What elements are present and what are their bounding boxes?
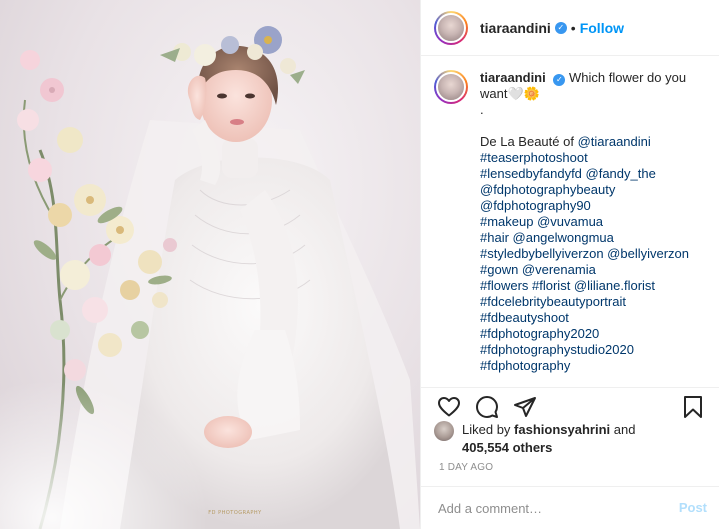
header-separator: • <box>570 19 576 36</box>
post-header: tiaraandini ✓ • Follow <box>421 0 719 56</box>
caption-hashtag[interactable]: #lensedbyfandyfd @fandy_the <box>480 166 710 182</box>
author-avatar[interactable] <box>434 10 468 45</box>
post-photo[interactable]: FD PHOTOGRAPHY <box>0 0 420 529</box>
caption-hashtag[interactable]: #hair @angelwongmua <box>480 230 710 246</box>
caption-avatar[interactable] <box>434 70 468 104</box>
caption-hashtag[interactable]: #teaserphotoshoot <box>480 150 710 166</box>
photo-illustration <box>0 26 420 529</box>
liker-avatar[interactable] <box>434 421 454 441</box>
post-side-panel: tiaraandini ✓ • Follow tiaraandini ✓ Whi… <box>420 0 719 529</box>
caption-hashtag[interactable]: #fdphotographystudio2020 <box>480 342 710 358</box>
caption-line: want🤍🌼 <box>480 86 540 101</box>
verified-badge-icon: ✓ <box>554 21 567 34</box>
caption-mention[interactable]: @fdphotography90 <box>480 198 710 214</box>
author-avatar-image <box>436 12 466 43</box>
caption-verified-icon: ✓ <box>553 74 566 86</box>
likes-joiner: and <box>613 422 636 437</box>
caption: tiaraandini ✓ Which flower do you want🤍🌼… <box>434 70 710 374</box>
comment-bar: Post <box>421 486 719 529</box>
comment-icon[interactable] <box>475 395 499 419</box>
likes-text: Liked by fashionsyahrini and 405,554 oth… <box>462 421 635 457</box>
caption-line <box>480 118 710 134</box>
caption-mention[interactable]: @tiaraandini <box>578 134 651 149</box>
caption-hashtag[interactable]: #fdbeautyshoot <box>480 310 710 326</box>
comment-input[interactable] <box>438 499 668 517</box>
post-comment-button[interactable]: Post <box>679 500 707 515</box>
liker-username[interactable]: fashionsyahrini <box>514 422 610 437</box>
caption-hashtag[interactable]: #gown @verenamia <box>480 262 710 278</box>
caption-hashtag[interactable]: #fdphotography <box>480 358 710 374</box>
follow-button[interactable]: Follow <box>580 20 624 36</box>
instagram-post: FD PHOTOGRAPHY tiaraandini ✓ • Follow ti… <box>0 0 719 529</box>
caption-text: tiaraandini ✓ Which flower do you want🤍🌼… <box>480 70 710 374</box>
likes-summary: Liked by fashionsyahrini and 405,554 oth… <box>434 421 714 457</box>
caption-avatar-image <box>436 72 466 102</box>
caption-hashtag[interactable]: #makeup @vuvamua <box>480 214 710 230</box>
caption-mention[interactable]: @fdphotographybeauty <box>480 182 710 198</box>
photo-watermark: FD PHOTOGRAPHY <box>208 510 262 516</box>
heart-icon[interactable] <box>437 395 461 419</box>
caption-line: tiaraandini ✓ Which flower do you <box>480 70 710 86</box>
caption-username[interactable]: tiaraandini <box>480 70 546 85</box>
caption-hashtag[interactable]: #styledbybellyiverzon @bellyiverzon <box>480 246 710 262</box>
caption-hashtag[interactable]: #fdcelebritybeautyportrait <box>480 294 710 310</box>
caption-line: De La Beauté of @tiaraandini <box>480 134 710 150</box>
likes-prefix: Liked by <box>462 422 511 437</box>
post-timestamp[interactable]: 1 DAY AGO <box>439 462 493 473</box>
caption-hashtag[interactable]: #flowers #florist @liliane.florist <box>480 278 710 294</box>
caption-text-de-la-beaute: De La Beauté of <box>480 134 578 149</box>
caption-line: . <box>480 102 484 117</box>
action-bar <box>421 387 719 423</box>
author-username[interactable]: tiaraandini <box>480 20 551 36</box>
caption-hashtag[interactable]: #fdphotography2020 <box>480 326 710 342</box>
share-icon[interactable] <box>513 395 537 419</box>
likes-count[interactable]: 405,554 others <box>462 440 552 455</box>
bookmark-icon[interactable] <box>681 395 705 419</box>
caption-line-text: Which flower do you <box>569 70 687 85</box>
caption-scroll-area[interactable]: tiaraandini ✓ Which flower do you want🤍🌼… <box>421 57 719 387</box>
